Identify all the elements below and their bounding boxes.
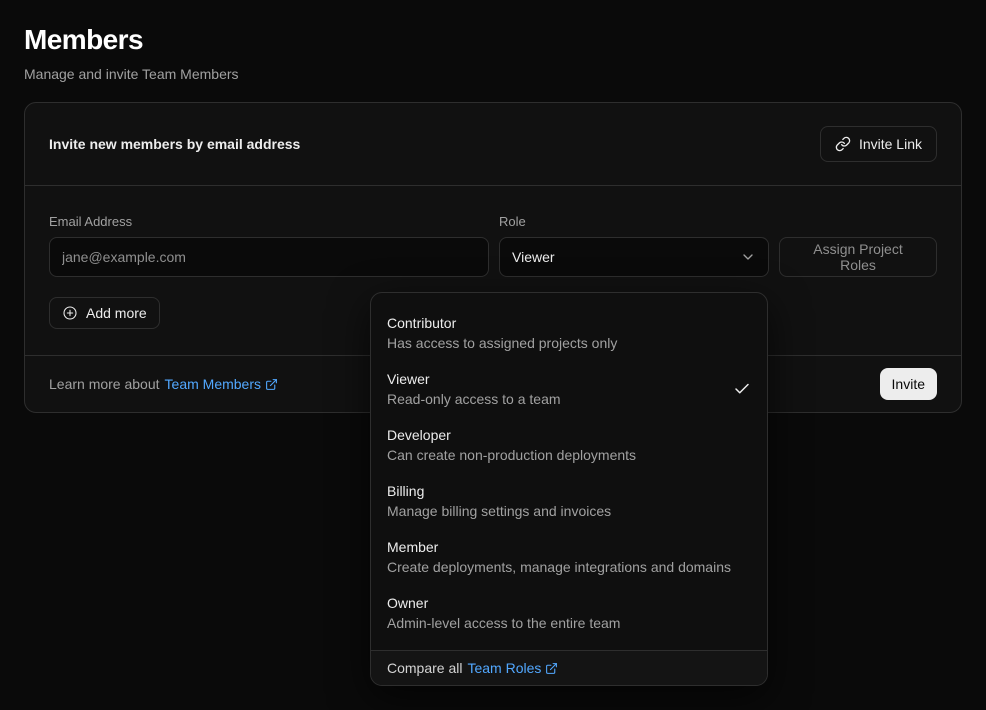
role-option-text: Viewer Read-only access to a team (387, 369, 561, 409)
role-option-developer[interactable]: Developer Can create non-production depl… (371, 417, 767, 473)
role-label: Role (499, 214, 769, 229)
role-field-group: Role Viewer (499, 214, 769, 277)
team-members-link-label: Team Members (165, 376, 261, 392)
team-members-link[interactable]: Team Members (165, 376, 278, 392)
team-roles-link-label: Team Roles (467, 660, 541, 676)
role-select-value: Viewer (512, 249, 555, 265)
add-more-label: Add more (86, 305, 147, 321)
role-option-description: Can create non-production deployments (387, 445, 636, 465)
role-option-description: Read-only access to a team (387, 389, 561, 409)
role-option-title: Contributor (387, 313, 617, 333)
role-option-owner[interactable]: Owner Admin-level access to the entire t… (371, 585, 767, 641)
role-option-title: Member (387, 537, 731, 557)
role-option-billing[interactable]: Billing Manage billing settings and invo… (371, 473, 767, 529)
email-input[interactable] (49, 237, 489, 277)
role-option-description: Has access to assigned projects only (387, 333, 617, 353)
role-option-title: Billing (387, 481, 611, 501)
email-field-group: Email Address (49, 214, 489, 277)
invite-button[interactable]: Invite (880, 368, 937, 400)
role-option-contributor[interactable]: Contributor Has access to assigned proje… (371, 305, 767, 361)
check-icon (733, 380, 751, 398)
role-option-text: Billing Manage billing settings and invo… (387, 481, 611, 521)
role-dropdown-options: Contributor Has access to assigned proje… (371, 293, 767, 650)
page-subtitle: Manage and invite Team Members (24, 66, 962, 82)
role-option-description: Create deployments, manage integrations … (387, 557, 731, 577)
role-option-title: Viewer (387, 369, 561, 389)
role-select[interactable]: Viewer (499, 237, 769, 277)
link-icon (835, 136, 851, 152)
assign-project-roles-button[interactable]: Assign Project Roles (779, 237, 937, 277)
email-label: Email Address (49, 214, 489, 229)
external-link-icon (265, 378, 278, 391)
learn-more-prefix: Learn more about (49, 376, 160, 392)
role-option-text: Owner Admin-level access to the entire t… (387, 593, 620, 633)
role-option-description: Admin-level access to the entire team (387, 613, 620, 633)
role-option-member[interactable]: Member Create deployments, manage integr… (371, 529, 767, 585)
invite-link-label: Invite Link (859, 136, 922, 152)
members-page: Members Manage and invite Team Members I… (0, 0, 986, 710)
role-option-viewer[interactable]: Viewer Read-only access to a team (371, 361, 767, 417)
role-dropdown-menu: Contributor Has access to assigned proje… (370, 292, 768, 686)
card-header: Invite new members by email address Invi… (25, 103, 961, 186)
role-dropdown-footer: Compare all Team Roles (371, 650, 767, 685)
invite-link-button[interactable]: Invite Link (820, 126, 937, 162)
role-option-description: Manage billing settings and invoices (387, 501, 611, 521)
team-roles-link[interactable]: Team Roles (467, 660, 558, 676)
role-option-title: Developer (387, 425, 636, 445)
learn-more-text: Learn more about Team Members (49, 376, 278, 392)
plus-circle-icon (62, 305, 78, 321)
role-option-text: Member Create deployments, manage integr… (387, 537, 731, 577)
role-option-text: Contributor Has access to assigned proje… (387, 313, 617, 353)
card-title: Invite new members by email address (49, 136, 300, 152)
external-link-icon (545, 662, 558, 675)
invite-form-row: Email Address Role Viewer Assign Project… (49, 214, 937, 277)
add-more-button[interactable]: Add more (49, 297, 160, 329)
page-title: Members (24, 24, 962, 56)
role-option-text: Developer Can create non-production depl… (387, 425, 636, 465)
role-option-title: Owner (387, 593, 620, 613)
chevron-down-icon (740, 249, 756, 265)
compare-all-prefix: Compare all (387, 660, 462, 676)
